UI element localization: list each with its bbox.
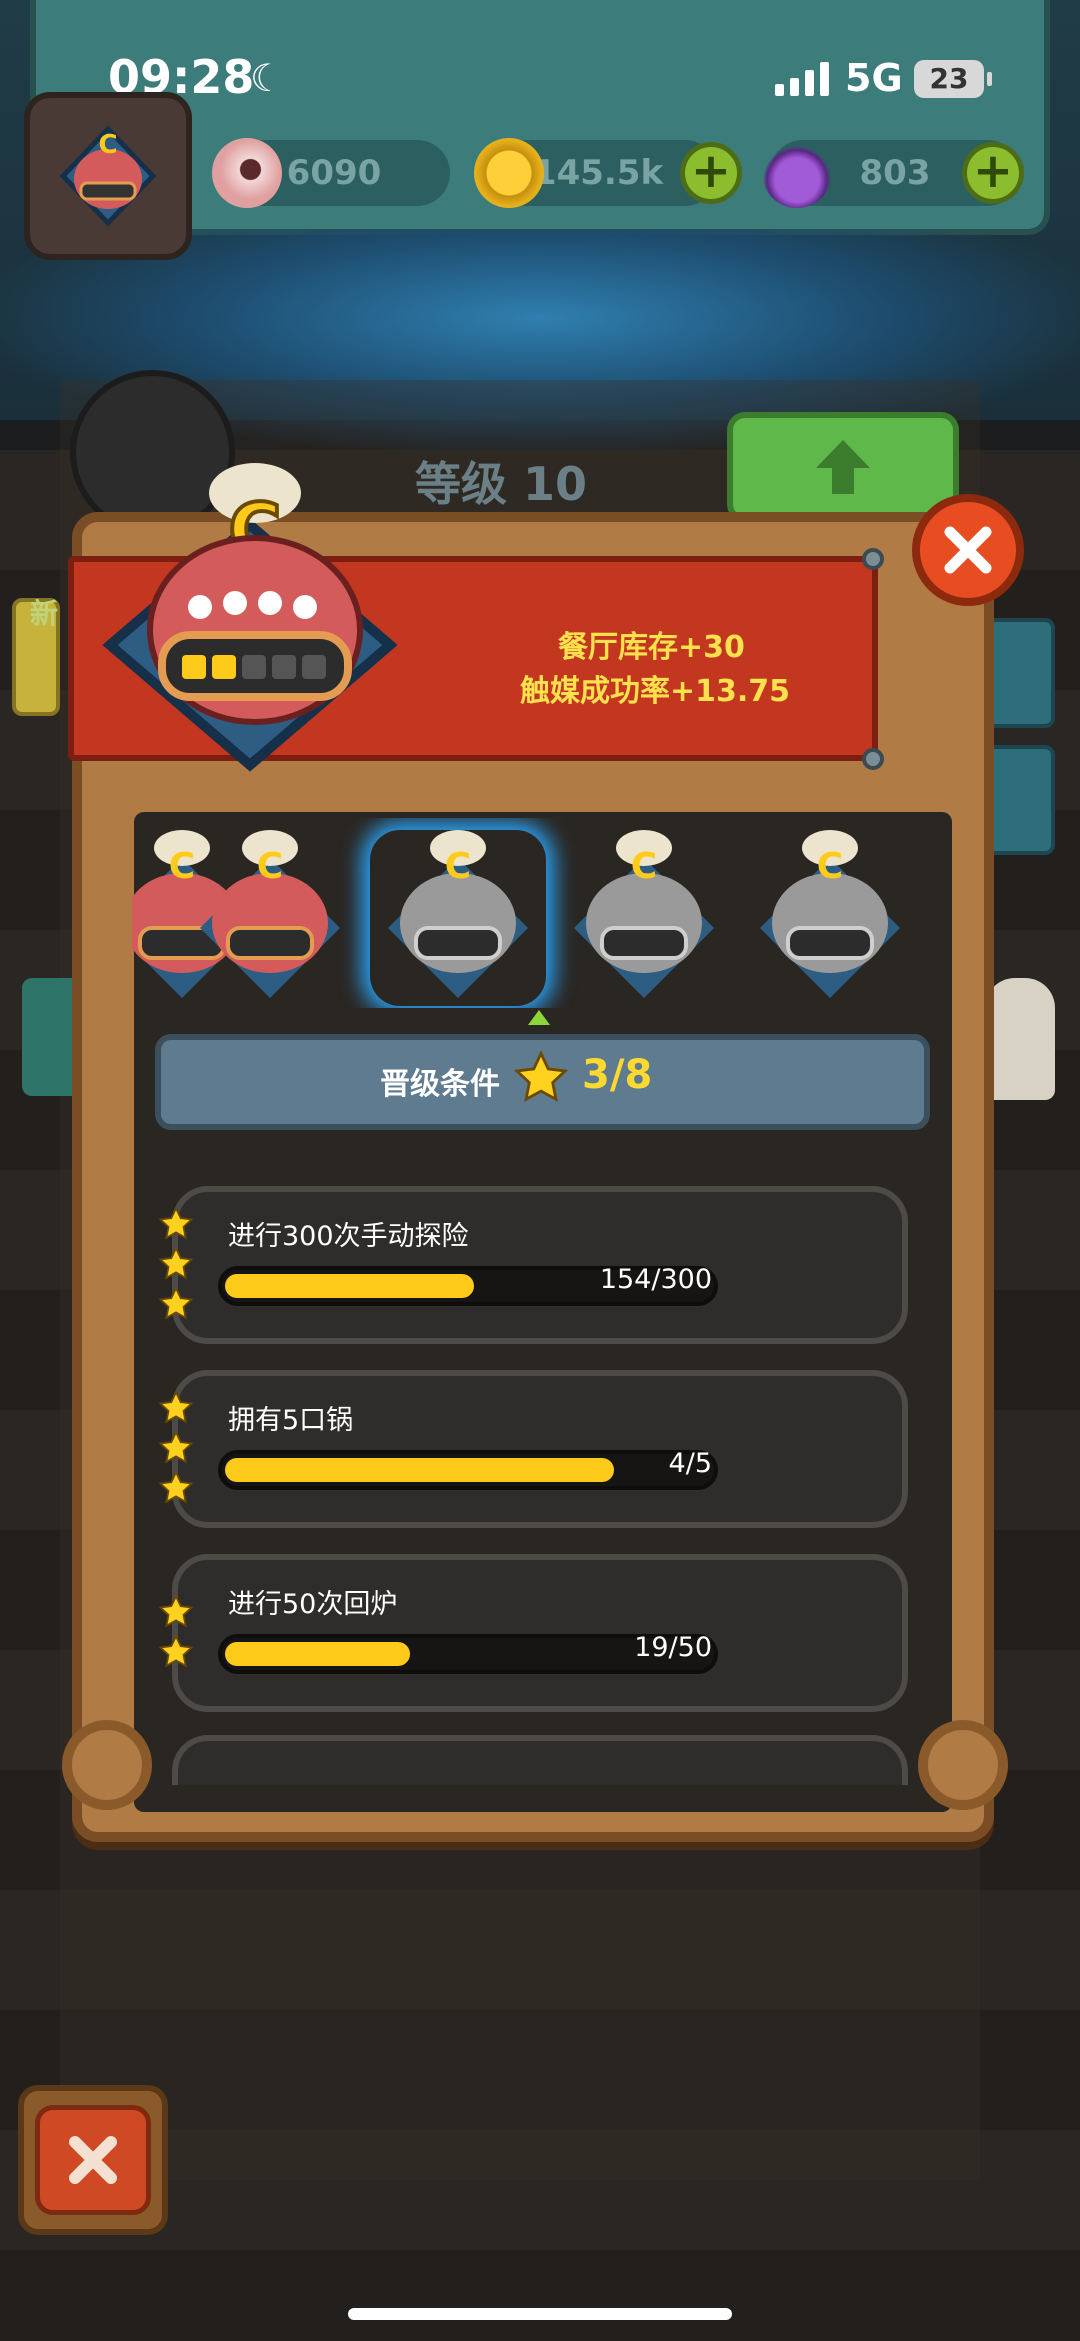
- arrow-up-icon: [816, 440, 870, 494]
- rank-option-5[interactable]: C: [750, 818, 910, 1008]
- moon-icon: ☾: [250, 56, 285, 100]
- potion-icon: [762, 138, 832, 208]
- task-title: 进行50次回炉: [228, 1589, 398, 1620]
- star-icon: [158, 1390, 194, 1424]
- requirement-count: 3/8: [582, 1052, 653, 1098]
- network-label: 5G: [845, 56, 903, 100]
- corner-decoration: [918, 1720, 1008, 1810]
- side-new-label: 新: [30, 597, 59, 630]
- task-item-pots: 拥有5口锅 4/5: [172, 1370, 908, 1528]
- svg-text:C: C: [817, 846, 843, 887]
- task-title: 拥有5口锅: [228, 1405, 354, 1436]
- star-icon: [158, 1246, 194, 1280]
- svg-text:C: C: [98, 130, 117, 160]
- progress-fill: [225, 1274, 474, 1298]
- star-icon: [158, 1206, 194, 1240]
- player-avatar[interactable]: C: [24, 92, 192, 260]
- info-side-button[interactable]: [985, 618, 1055, 728]
- signal-icon: [775, 62, 829, 96]
- task-title: 进行300次手动探险: [228, 1221, 469, 1252]
- progress-value: 154/300: [599, 1264, 712, 1295]
- progress-fill: [225, 1642, 410, 1666]
- star-icon: [158, 1470, 194, 1504]
- requirement-label: 晋级条件: [380, 1067, 500, 1102]
- rank-carousel[interactable]: C C C C C: [132, 818, 947, 1008]
- close-button[interactable]: [912, 494, 1024, 606]
- bottom-close-button[interactable]: [18, 2085, 168, 2235]
- upgrade-button[interactable]: [727, 412, 959, 522]
- add-coins-button[interactable]: +: [680, 142, 742, 204]
- character-portrait: C: [102, 463, 398, 772]
- eyeball-resource[interactable]: 6090: [212, 138, 450, 208]
- progress-value: 4/5: [668, 1448, 712, 1479]
- star-icon: [513, 1050, 569, 1102]
- star-icon: [158, 1430, 194, 1464]
- add-potion-button[interactable]: +: [962, 142, 1024, 204]
- bonus-line-catalyst: 触媒成功率+13.75: [520, 674, 791, 709]
- rank-option-3-selected[interactable]: C: [378, 818, 538, 1008]
- monster-unlocked-icon: C: [200, 830, 340, 998]
- star-icon: [158, 1634, 194, 1668]
- rank-option-2[interactable]: C: [190, 818, 350, 1008]
- eyeball-icon: [212, 138, 282, 208]
- svg-text:C: C: [631, 846, 657, 887]
- task-item-expeditions: 进行300次手动探险 154/300: [172, 1186, 908, 1344]
- battery-icon: 23: [914, 60, 992, 98]
- pillar-decoration-right: [985, 978, 1055, 1100]
- close-icon: [69, 2136, 117, 2184]
- rank-option-4[interactable]: C: [564, 818, 724, 1008]
- level-label: 等级 10: [415, 457, 588, 511]
- monster-avatar-icon: C: [59, 125, 157, 227]
- task-item-refurnace: 进行50次回炉 19/50: [172, 1554, 908, 1712]
- task-item-partial: [172, 1735, 908, 1785]
- bolt-decoration: [862, 548, 884, 570]
- star-icon: [158, 1594, 194, 1628]
- progress-fill: [225, 1458, 614, 1482]
- progress-track: [218, 1450, 718, 1490]
- coin-icon: [474, 138, 544, 208]
- bolt-decoration: [862, 748, 884, 770]
- home-indicator[interactable]: [348, 2308, 732, 2320]
- monster-locked-icon: C: [760, 830, 900, 998]
- star-icon: [158, 1286, 194, 1320]
- bonus-line-stock: 餐厅库存+30: [558, 630, 745, 665]
- svg-text:C: C: [257, 846, 283, 887]
- close-icon: [944, 526, 992, 574]
- monster-locked-icon: C: [574, 830, 714, 998]
- progress-value: 19/50: [634, 1632, 712, 1663]
- selection-pointer-icon: [528, 1010, 550, 1025]
- edit-side-button[interactable]: [985, 745, 1055, 855]
- corner-decoration: [62, 1720, 152, 1810]
